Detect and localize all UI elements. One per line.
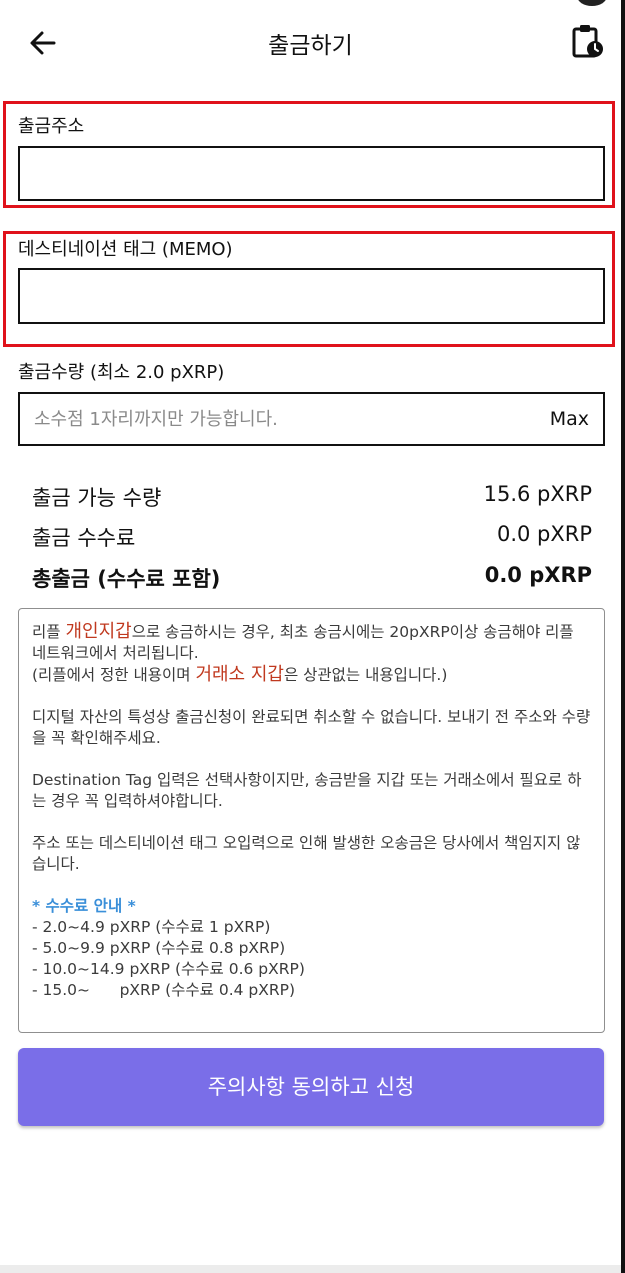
amount-label: 출금수량 (최소 2.0 pXRP) bbox=[18, 362, 225, 383]
amount-input-box[interactable]: Max bbox=[18, 392, 605, 446]
notice-text: 리플 bbox=[32, 623, 66, 641]
available-amount-label: 출금 가능 수량 bbox=[32, 486, 162, 510]
fee-value: 0.0 pXRP bbox=[496, 522, 592, 546]
bottom-bar bbox=[0, 1265, 621, 1273]
agree-and-submit-button[interactable]: 주의사항 동의하고 신청 bbox=[18, 1048, 604, 1126]
page-title: 출금하기 bbox=[268, 33, 353, 59]
notice-box[interactable]: 리플 개인지갑으로 송금하시는 경우, 최초 송금시에는 20pXRP이상 송금… bbox=[18, 608, 605, 1033]
total-value: 0.0 pXRP bbox=[484, 563, 592, 587]
window-right-border bbox=[621, 0, 625, 1273]
memo-label: 데스티네이션 태그 (MEMO) bbox=[18, 239, 233, 260]
fee-guide-item: - 5.0~9.9 pXRP (수수료 0.8 pXRP) bbox=[32, 939, 286, 957]
fee-guide-title: * 수수료 안내 * bbox=[32, 897, 136, 915]
notice-paragraph-2: 디지털 자산의 특성상 출금신청이 완료되면 취소할 수 없습니다. 보내기 전… bbox=[32, 708, 591, 747]
fee-label: 출금 수수료 bbox=[32, 526, 136, 550]
notice-emphasis-exchange-wallet: 거래소 지갑 bbox=[195, 664, 284, 685]
fee-row: 출금 수수료 0.0 pXRP bbox=[32, 522, 592, 552]
available-amount-value: 15.6 pXRP bbox=[483, 482, 592, 506]
available-amount-row: 출금 가능 수량 15.6 pXRP bbox=[32, 482, 592, 512]
fee-guide-item: - 15.0~ pXRP (수수료 0.4 pXRP) bbox=[32, 981, 296, 999]
notice-text: (리플에서 정한 내용이며 bbox=[32, 666, 196, 684]
notice-text: 은 상관없는 내용입니다.) bbox=[283, 666, 448, 684]
max-button[interactable]: Max bbox=[550, 408, 589, 430]
fee-guide-item: - 10.0~14.9 pXRP (수수료 0.6 pXRP) bbox=[32, 960, 305, 978]
total-row: 총출금 (수수료 포함) 0.0 pXRP bbox=[32, 563, 592, 593]
total-label: 총출금 (수수료 포함) bbox=[32, 567, 221, 591]
amount-input[interactable] bbox=[20, 394, 603, 444]
notice-paragraph-1: 리플 개인지갑으로 송금하시는 경우, 최초 송금시에는 20pXRP이상 송금… bbox=[32, 621, 591, 686]
notice-paragraph-3: Destination Tag 입력은 선택사항이지만, 송금받을 지갑 또는 … bbox=[32, 771, 582, 810]
address-input[interactable] bbox=[20, 148, 603, 199]
address-input-box[interactable] bbox=[18, 146, 605, 201]
history-button[interactable] bbox=[570, 22, 606, 60]
clipboard-clock-icon bbox=[572, 25, 603, 58]
fee-guide-item: - 2.0~4.9 pXRP (수수료 1 pXRP) bbox=[32, 918, 271, 936]
address-label: 출금주소 bbox=[18, 116, 85, 137]
app-header: 출금하기 bbox=[0, 0, 621, 86]
memo-input[interactable] bbox=[20, 270, 603, 322]
memo-input-box[interactable] bbox=[18, 268, 605, 324]
notice-paragraph-4: 주소 또는 데스티네이션 태그 오입력으로 인해 발생한 오송금은 당사에서 책… bbox=[32, 834, 581, 873]
notice-emphasis-personal-wallet: 개인지갑 bbox=[65, 621, 132, 642]
